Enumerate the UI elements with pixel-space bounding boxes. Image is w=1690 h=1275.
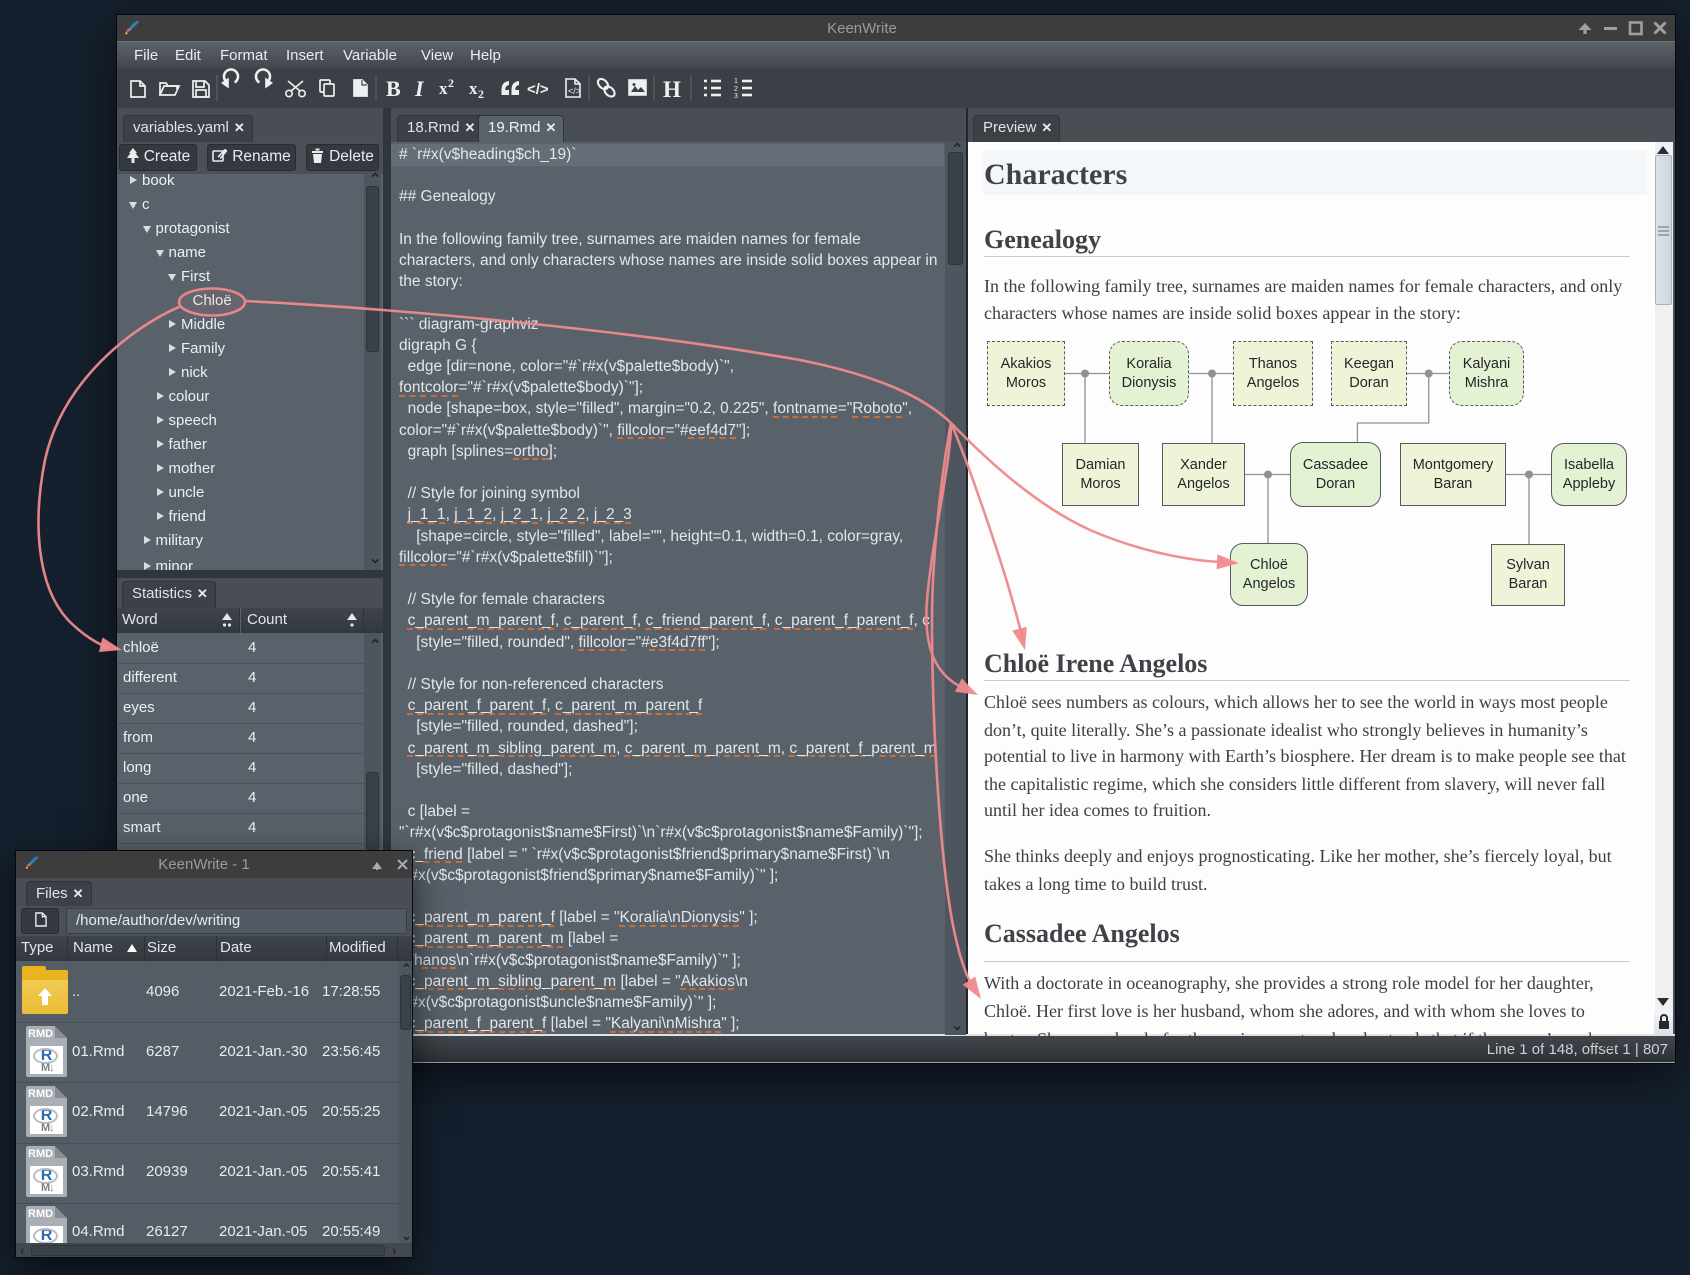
svg-text:2: 2 — [478, 87, 484, 101]
svg-text:H: H — [663, 77, 681, 102]
svg-text:</>: </> — [527, 81, 549, 98]
svg-text:2: 2 — [448, 76, 454, 90]
svg-text:x: x — [439, 79, 448, 98]
svg-text:x: x — [469, 79, 478, 98]
svg-text:2: 2 — [734, 86, 738, 93]
svg-text:1: 1 — [734, 78, 738, 85]
svg-text:I: I — [414, 76, 425, 101]
svg-text:3: 3 — [734, 93, 738, 100]
svg-text:</>: </> — [568, 86, 581, 96]
svg-text:B: B — [386, 76, 401, 101]
